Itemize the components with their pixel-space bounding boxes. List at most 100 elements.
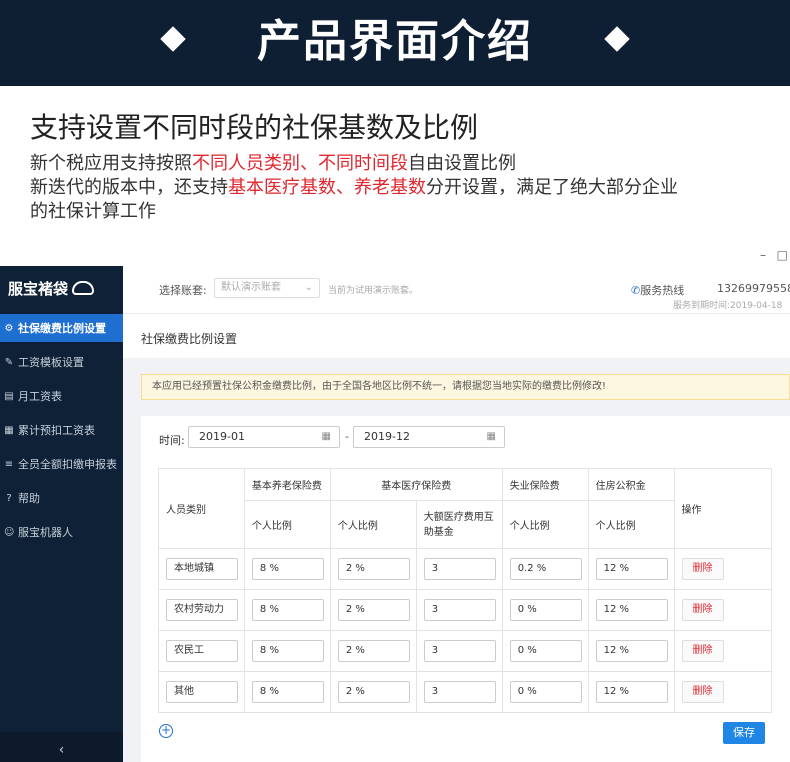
- pension-input[interactable]: 8 %: [251, 558, 324, 580]
- sub-major-medical: 大额医疗费用互助基金: [415, 500, 503, 549]
- table-header-row: 人员类别 基本养老保险费 基本医疗保险费 失业保险费 住房公积金 操作: [158, 468, 773, 549]
- account-select-value: 默认演示账套: [221, 282, 281, 293]
- major-medical-input[interactable]: 3: [423, 599, 496, 621]
- sub-personal-housing: 个人比例: [587, 500, 675, 549]
- sidebar-item-help[interactable]: ? 帮助: [0, 484, 123, 512]
- sub-personal-unemployment: 个人比例: [501, 500, 589, 549]
- unemployment-input[interactable]: 0 %: [509, 681, 582, 703]
- time-label: 时间:: [159, 434, 185, 447]
- intro-text: 自由设置比例: [408, 153, 516, 174]
- main-content: 社保缴费比例设置 本应用已经预置社保公积金缴费比例，由于全国各地区比例不统一，请…: [123, 314, 790, 762]
- banner: 产品界面介绍: [0, 0, 790, 86]
- major-medical-input[interactable]: 3: [423, 640, 496, 662]
- intro-description: 新个税应用支持按照不同人员类别、不同时间段自由设置比例 新迭代的版本中，还支持基…: [30, 152, 770, 224]
- account-select[interactable]: 默认演示账套 ⌄: [214, 278, 320, 298]
- maximize-icon[interactable]: □: [777, 248, 788, 262]
- housing-input[interactable]: 12 %: [595, 599, 668, 621]
- housing-input[interactable]: 12 %: [595, 640, 668, 662]
- intro-text: 分开设置，满足了绝大部分企业: [426, 177, 678, 198]
- date-to-value: 2019-12: [364, 430, 410, 443]
- sidebar-item-label: 服宝机器人: [18, 526, 73, 539]
- sub-personal-medical: 个人比例: [329, 500, 417, 549]
- list-icon: ≡: [4, 458, 14, 470]
- col-unemployment: 失业保险费: [501, 468, 589, 501]
- col-action: 操作: [673, 468, 773, 549]
- pension-input[interactable]: 8 %: [251, 681, 324, 703]
- table-row: 农民工 8 % 2 % 3 0 % 12 % 删除: [158, 630, 773, 672]
- logo-text: 服宝褚袋: [8, 279, 69, 298]
- robot-icon: ☺: [4, 526, 15, 538]
- date-to-input[interactable]: 2019-12 ▦: [353, 426, 505, 448]
- page-title: 社保缴费比例设置: [141, 332, 238, 346]
- sidebar-item-salary-template[interactable]: ✎ 工资模板设置: [0, 348, 123, 376]
- sidebar-item-label: 社保缴费比例设置: [18, 322, 106, 335]
- sidebar-item-social-security-ratio[interactable]: ⚙ 社保缴费比例设置: [0, 314, 123, 342]
- save-button[interactable]: 保存: [723, 722, 765, 744]
- sidebar-item-label: 工资模板设置: [18, 356, 84, 369]
- minimize-icon[interactable]: –: [760, 248, 766, 262]
- sidebar-item-cumulative-withholding[interactable]: ▦ 累计预扣工资表: [0, 416, 123, 444]
- phone-icon: ✆: [631, 284, 641, 297]
- intro-text: 新迭代的版本中，还支持: [30, 177, 228, 198]
- edit-icon: ✎: [4, 356, 14, 368]
- date-from-value: 2019-01: [199, 430, 245, 443]
- sheet-icon: ▤: [4, 390, 14, 402]
- medical-input[interactable]: 2 %: [337, 681, 410, 703]
- plus-icon: +: [160, 723, 172, 737]
- chevron-down-icon: ⌄: [304, 282, 313, 293]
- page-header: 社保缴费比例设置: [123, 314, 790, 358]
- calendar-icon: ▦: [486, 431, 496, 442]
- category-input[interactable]: 农村劳动力: [166, 599, 238, 621]
- date-separator: -: [345, 430, 349, 443]
- intro-text: 的社保计算工作: [30, 201, 156, 222]
- unemployment-input[interactable]: 0 %: [509, 599, 582, 621]
- ratio-table: 人员类别 基本养老保险费 基本医疗保险费 失业保险费 住房公积金 操作 个人比例…: [158, 468, 773, 713]
- delete-button[interactable]: 删除: [681, 558, 724, 580]
- delete-button[interactable]: 删除: [681, 681, 724, 703]
- major-medical-input[interactable]: 3: [423, 681, 496, 703]
- housing-input[interactable]: 12 %: [595, 681, 668, 703]
- table-row: 农村劳动力 8 % 2 % 3 0 % 12 % 删除: [158, 589, 773, 631]
- date-from-input[interactable]: 2019-01 ▦: [188, 426, 340, 448]
- account-tip: 当前为试用演示账套。: [328, 286, 419, 296]
- category-input[interactable]: 农民工: [166, 640, 238, 662]
- intro-highlight: 基本医疗基数、养老基数: [228, 177, 426, 198]
- intro-title: 支持设置不同时段的社保基数及比例: [30, 111, 479, 144]
- help-icon: ?: [6, 492, 12, 504]
- sidebar-item-label: 月工资表: [18, 390, 62, 403]
- sidebar-item-robot[interactable]: ☺ 服宝机器人: [0, 518, 123, 546]
- cloud-icon: [72, 281, 95, 295]
- medical-input[interactable]: 2 %: [337, 599, 410, 621]
- sidebar-item-monthly-salary[interactable]: ▤ 月工资表: [0, 382, 123, 410]
- pension-input[interactable]: 8 %: [251, 599, 324, 621]
- medical-input[interactable]: 2 %: [337, 558, 410, 580]
- col-category: 人员类别: [158, 468, 245, 549]
- app-logo: 服宝褚袋: [8, 274, 116, 302]
- category-input[interactable]: 本地城镇: [166, 558, 238, 580]
- expire-date: 服务到期时间:2019-04-18: [673, 301, 783, 311]
- major-medical-input[interactable]: 3: [423, 558, 496, 580]
- sidebar-item-label: 帮助: [18, 492, 40, 505]
- sidebar-item-label: 全员全额扣缴申报表: [18, 458, 117, 471]
- chevron-left-icon: ‹: [58, 742, 65, 758]
- housing-input[interactable]: 12 %: [595, 558, 668, 580]
- delete-button[interactable]: 删除: [681, 599, 724, 621]
- sidebar-item-full-declaration[interactable]: ≡ 全员全额扣缴申报表: [0, 450, 123, 478]
- calendar-icon: ▦: [321, 431, 331, 442]
- pension-input[interactable]: 8 %: [251, 640, 324, 662]
- gear-icon: ⚙: [4, 322, 14, 334]
- app-window: – □ 服宝褚袋 ⚙ 社保缴费比例设置 ✎ 工资模板设置 ▤ 月工资表 ▦ 累计…: [0, 246, 790, 762]
- table-row: 本地城镇 8 % 2 % 3 0.2 % 12 % 删除: [158, 548, 773, 590]
- intro-text: 新个税应用支持按照: [30, 153, 192, 174]
- sidebar-collapse-button[interactable]: ‹: [0, 732, 123, 762]
- top-bar: 选择账套: 默认演示账套 ⌄ 当前为试用演示账套。 ✆服务热线 13269979…: [123, 266, 790, 314]
- unemployment-input[interactable]: 0.2 %: [509, 558, 582, 580]
- settings-card: 时间: 2019-01 ▦ - 2019-12 ▦ 人员类别 基本养老保险费 基…: [141, 416, 790, 762]
- category-input[interactable]: 其他: [166, 681, 238, 703]
- unemployment-input[interactable]: 0 %: [509, 640, 582, 662]
- add-row-button[interactable]: +: [159, 724, 173, 738]
- delete-button[interactable]: 删除: [681, 640, 724, 662]
- medical-input[interactable]: 2 %: [337, 640, 410, 662]
- hotline-text: 服务热线: [640, 284, 685, 297]
- table-row: 其他 8 % 2 % 3 0 % 12 % 删除: [158, 671, 773, 713]
